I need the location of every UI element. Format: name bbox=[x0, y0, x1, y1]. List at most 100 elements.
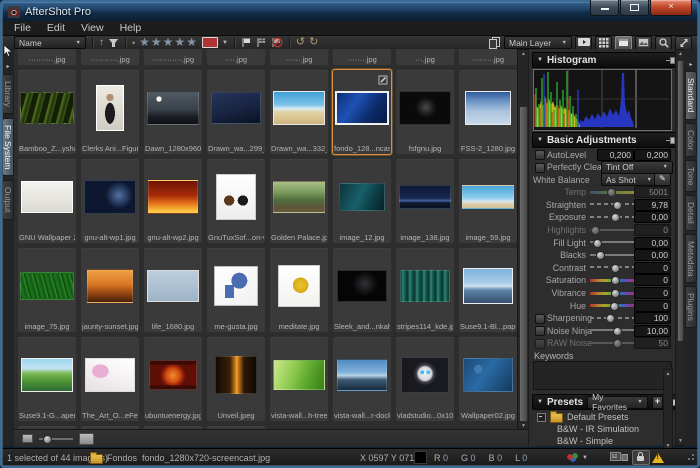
value-sharpening[interactable]: 100 bbox=[634, 312, 671, 324]
grid-cell[interactable]: image_12.jpg bbox=[332, 158, 392, 244]
value-autolevel-low[interactable]: 0,200 bbox=[597, 149, 634, 161]
value-noise-ninja[interactable]: 10,00 bbox=[634, 325, 671, 337]
value-raw-noise[interactable]: 50 bbox=[634, 337, 671, 349]
grid-cell[interactable]: life_1680.jpg bbox=[143, 247, 203, 333]
grid-cell[interactable]: Clerks Ani...Figure.jpg bbox=[80, 69, 140, 155]
slider-knob[interactable] bbox=[591, 226, 600, 235]
flag-reject-icon[interactable] bbox=[271, 37, 283, 48]
checkbox-perfectly-clear[interactable] bbox=[535, 163, 545, 173]
collapse-caret-icon[interactable]: ▼ bbox=[537, 57, 543, 63]
value-hue[interactable]: 0 bbox=[634, 300, 671, 312]
value-straighten[interactable]: 9,78 bbox=[634, 199, 671, 211]
rotate-right-icon[interactable]: ↻ bbox=[309, 37, 318, 48]
slider-hue[interactable] bbox=[590, 299, 638, 311]
flag-review-icon[interactable] bbox=[256, 37, 267, 48]
slider-knob[interactable] bbox=[611, 264, 620, 273]
maximize-button[interactable] bbox=[620, 0, 649, 16]
current-folder[interactable]: Fondos bbox=[90, 449, 137, 466]
right-tab-plugins[interactable]: Plugins bbox=[685, 286, 697, 328]
slider-temp[interactable] bbox=[590, 186, 638, 198]
grid-cell[interactable]: Unveil.jpeg bbox=[206, 336, 266, 422]
preset-item-b-w-ir-simulation[interactable]: B&W - IR Simulation bbox=[533, 423, 671, 435]
grid-cell[interactable]: Golden Palace.jpg bbox=[269, 158, 329, 244]
value-autolevel-high[interactable]: 0,200 bbox=[634, 149, 671, 161]
grid-cell[interactable]: The_Art_O...eFear.jpg bbox=[80, 336, 140, 422]
grid-cell[interactable]: stripes114_kde.jpg bbox=[395, 247, 455, 333]
dropdown-white-balance[interactable]: As Shot▼ bbox=[601, 173, 657, 186]
resize-grip[interactable] bbox=[686, 454, 694, 462]
grid-cell[interactable]: Drawn_wa...332_.jpg bbox=[269, 69, 329, 155]
filter-funnel-icon[interactable] bbox=[108, 38, 119, 48]
slider-noise-ninja[interactable] bbox=[590, 324, 638, 336]
slider-blacks[interactable] bbox=[590, 249, 638, 261]
grid-cell[interactable]: vista-wall...h-tree.jpg bbox=[269, 336, 329, 422]
color-management-button[interactable]: ▼ bbox=[567, 449, 588, 466]
slider-straighten[interactable] bbox=[590, 198, 638, 210]
flag-pick-icon[interactable] bbox=[241, 37, 252, 48]
value-blacks[interactable]: 0,00 bbox=[634, 249, 671, 261]
close-button[interactable]: × bbox=[650, 0, 692, 16]
slider-knob[interactable] bbox=[611, 276, 620, 285]
value-contrast[interactable]: 0 bbox=[634, 262, 671, 274]
layer-selector-dropdown[interactable]: Main Layer▼ bbox=[504, 36, 572, 49]
grid-cell-selected[interactable]: fondo_128...ncast.jpg bbox=[332, 69, 392, 155]
checkbox-sharpening[interactable] bbox=[535, 314, 545, 324]
grid-cell[interactable]: ····.jpg bbox=[206, 49, 266, 66]
right-tab-metadata[interactable]: Metadata bbox=[685, 234, 697, 283]
grid-scrollbar-thumb[interactable] bbox=[519, 106, 528, 422]
grid-cell[interactable]: jaunty-sunset.jpg bbox=[80, 247, 140, 333]
grid-cell[interactable]: GNU Wallpaper 2.jpg bbox=[17, 158, 77, 244]
slider-knob[interactable] bbox=[596, 251, 605, 260]
rotate-left-icon[interactable]: ↺ bbox=[296, 37, 305, 48]
grid-cell[interactable]: ··········.jpg bbox=[17, 49, 77, 66]
slider-exposure[interactable] bbox=[590, 211, 638, 223]
slider-knob[interactable] bbox=[610, 302, 619, 311]
presets-scrollbar[interactable]: ▲ ▼ bbox=[663, 369, 673, 451]
right-tab-standard[interactable]: Standard bbox=[685, 71, 697, 120]
value-fill-light[interactable]: 0,00 bbox=[634, 237, 671, 249]
checkbox-noise-ninja[interactable] bbox=[535, 326, 545, 336]
left-tab-file-system[interactable]: File System bbox=[2, 118, 14, 176]
right-tab-detail[interactable]: Detail bbox=[685, 195, 697, 231]
dropdown-perfectly-clear[interactable]: Tint Off▼ bbox=[601, 161, 673, 174]
value-saturation[interactable]: 0 bbox=[634, 274, 671, 286]
histogram-header[interactable]: ▼ Histogram bbox=[532, 52, 681, 68]
grid-cell[interactable]: image_75.jpg bbox=[17, 247, 77, 333]
lock-settings-button[interactable] bbox=[632, 450, 650, 465]
left-tab-library[interactable]: Library bbox=[2, 74, 14, 114]
color-label-swatch[interactable] bbox=[202, 37, 218, 48]
grid-cell[interactable]: Sleek_and...nkahn.jpg bbox=[332, 247, 392, 333]
grid-cell[interactable]: image_59.jpg bbox=[458, 158, 517, 244]
grid-cell[interactable]: me-gusta.jpg bbox=[206, 247, 266, 333]
right-tab-color[interactable]: Color bbox=[685, 123, 697, 157]
grid-cell[interactable]: vladstudio...0x1024.jpg bbox=[395, 336, 455, 422]
grid-cell[interactable]: ···········.jpg bbox=[80, 49, 140, 66]
checkbox-raw-noise[interactable] bbox=[535, 339, 545, 349]
grid-cell[interactable]: ············.jpg bbox=[143, 49, 203, 66]
keywords-input[interactable] bbox=[533, 361, 672, 390]
slideshow-button[interactable] bbox=[575, 36, 592, 50]
slider-knob[interactable] bbox=[613, 327, 622, 336]
value-highlights[interactable]: 0 bbox=[634, 224, 671, 236]
sort-ascending-icon[interactable]: ↑ bbox=[99, 38, 104, 48]
preset-item-b-w-simple[interactable]: B&W - Simple bbox=[533, 435, 671, 446]
sort-field-dropdown[interactable]: Name▼ bbox=[14, 36, 86, 49]
slider-knob[interactable] bbox=[607, 188, 616, 197]
menu-item-help[interactable]: Help bbox=[112, 22, 150, 34]
collapse-right-panel-icon[interactable]: ▸ bbox=[689, 61, 692, 68]
thumbnail-size-knob[interactable] bbox=[43, 435, 52, 444]
zoom-tool-button[interactable] bbox=[655, 36, 672, 50]
value-vibrance[interactable]: 0 bbox=[634, 287, 671, 299]
grid-cell[interactable]: Bamboo_Z...ysha.jpg bbox=[17, 69, 77, 155]
slider-raw-noise[interactable] bbox=[590, 337, 638, 349]
collapse-caret-icon[interactable]: ▼ bbox=[537, 399, 543, 405]
grid-cell[interactable]: gnu-alt-wp1.jpg bbox=[80, 158, 140, 244]
thumbnail-grid[interactable]: ··········.jpg···········.jpg···········… bbox=[14, 49, 517, 429]
slider-sharpening[interactable] bbox=[590, 312, 638, 324]
grid-cell[interactable]: fsfgnu.jpg bbox=[395, 69, 455, 155]
slider-knob[interactable] bbox=[606, 314, 615, 323]
grid-cell[interactable]: gnu-alt-wp2.jpg bbox=[143, 158, 203, 244]
copy-settings-icon[interactable] bbox=[489, 37, 501, 49]
slider-fill-light[interactable] bbox=[590, 236, 638, 248]
slider-knob[interactable] bbox=[613, 339, 622, 348]
